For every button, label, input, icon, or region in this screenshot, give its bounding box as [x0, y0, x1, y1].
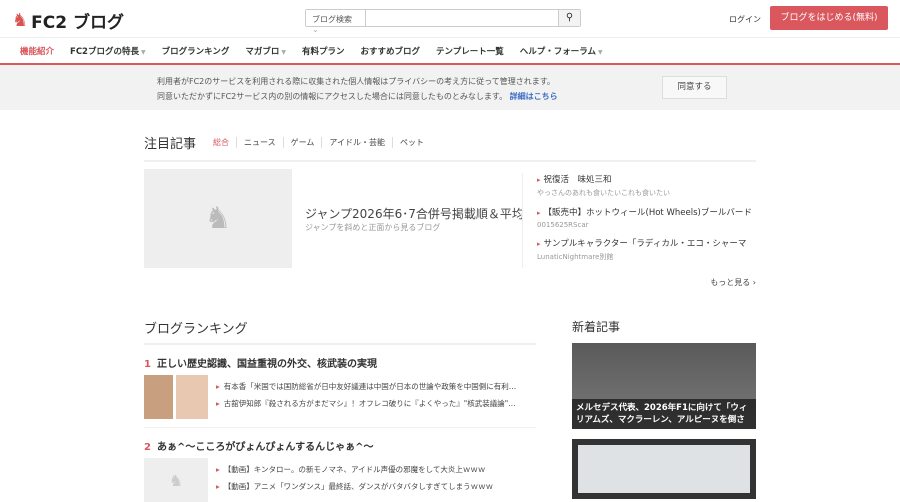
nav-label: FC2ブログの特長: [70, 46, 139, 57]
nav-item[interactable]: 有料プラン: [302, 45, 345, 57]
chevron-down-icon: ⌄: [312, 25, 319, 34]
details-link[interactable]: 詳細はこちら: [510, 92, 558, 101]
new-articles-section: 新着記事 メルセデス代表、2026年F1に向けて「ウィリアムズ、マクラーレン、ア…: [572, 318, 756, 499]
ranking-body: 有本香「米国では国防総省が日中友好議連は中国が日本の世論や政策を中国側に有利… 古…: [144, 375, 536, 419]
nav-item[interactable]: ヘルプ・フォーラム ▼: [520, 45, 603, 57]
ranking-links: 有本香「米国では国防総省が日中友好議連は中国が日本の世論や政策を中国側に有利… 古…: [208, 375, 536, 419]
ranking-body: ♞【動画】キンタロー。の新モノマネ、アイドル声優の邪魔をして大炎上ｗｗｗ【動画】…: [144, 458, 536, 502]
item-blog: やっさんのあれも食いたいこれも食いたい: [537, 189, 670, 197]
nav-item[interactable]: おすすめブログ: [361, 45, 421, 57]
nav-label: ヘルプ・フォーラム: [519, 46, 597, 57]
article-caption: メルセデス代表、2026年F1に向けて「ウィリアムズ、マクラーレン、アルピーヌを…: [572, 399, 756, 429]
search-type-label: ブログ検索: [312, 15, 352, 24]
tab[interactable]: 総合: [213, 137, 236, 148]
nav-label: テンプレート一覧: [436, 46, 504, 57]
item-blog: LunaticNightmare別館: [537, 253, 614, 261]
ranking-item: 2 あぁ^〜こころがぴょんぴょんするんじゃぁ^〜 ♞ 【動画】キンタロー。の新モノマネ…: [144, 438, 536, 502]
list-item[interactable]: 【販売中】ホットウィール(Hot Wheels)ブールバード 0015625RSc…: [537, 206, 756, 229]
search-type-select[interactable]: ブログ検索 ⌄: [306, 10, 366, 34]
rank-number: 2: [144, 442, 151, 453]
ranking-section: ブログランキング 1 正しい歴史認識、国益重視の外交、核武装の実現有本香「米国では…: [144, 318, 536, 502]
article-card[interactable]: メルセデス代表、2026年F1に向けて「ウィリアムズ、マクラーレン、アルピーヌを…: [572, 343, 756, 429]
ranking-blog-name: あぁ^〜こころがぴょんぴょんするんじゃぁ^〜: [156, 442, 374, 453]
list-item[interactable]: サンプルキャラクター「ラディカル・エコ・シャーマ LunaticNightmare…: [537, 237, 756, 262]
ranking-links: 【動画】キンタロー。の新モノマネ、アイドル声優の邪魔をして大炎上ｗｗｗ 【動画】ア…: [208, 458, 536, 502]
rank-number: 1: [144, 359, 151, 370]
nav-item[interactable]: テンプレート一覧: [436, 45, 504, 57]
notice-line2-text: 同意いただかずにFC2サービス内の別の情報にアクセスした場合には同意したものとみ…: [157, 92, 508, 101]
logo-text: FC2 ブログ: [31, 13, 124, 33]
ranking-title[interactable]: 2 あぁ^〜こころがぴょんぴょんするんじゃぁ^〜: [144, 438, 536, 453]
item-title: 【販売中】ホットウィール(Hot Wheels)ブールバード: [537, 206, 756, 218]
privacy-notice: 利用者がFC2のサービスを利用される際に収集された個人情報はプライバシーの考え方…: [0, 65, 900, 110]
search-icon: ⚲: [565, 12, 574, 23]
unicorn-icon: ♞: [168, 470, 184, 490]
divider: [144, 160, 756, 162]
more-link[interactable]: もっと見る ›: [710, 277, 756, 288]
tab[interactable]: ニュース: [236, 137, 283, 148]
nav-label: 有料プラン: [302, 46, 345, 57]
nav-label: マガブロ: [245, 46, 280, 57]
login-link[interactable]: ログイン: [729, 14, 761, 25]
search-input[interactable]: [366, 10, 558, 26]
ranking-thumbnail[interactable]: ♞: [144, 458, 208, 502]
item-title: サンプルキャラクター「ラディカル・エコ・シャーマ: [537, 237, 756, 249]
agree-button[interactable]: 同意する: [662, 76, 727, 99]
featured-section: 注目記事 総合 ニュース ゲーム アイドル・芸能 ペット ♞ ジャンプ2026年6･7合…: [144, 133, 756, 287]
nav-label: おすすめブログ: [360, 46, 421, 57]
unicorn-icon: ♞: [12, 10, 29, 31]
main-nav: 機能紹介 FC2ブログの特長 ▼ ブログランキング マガブロ ▼ 有料プラン おすすめブログテ…: [0, 37, 900, 65]
notice-line2: 同意いただかずにFC2サービス内の別の情報にアクセスした場合には同意したものとみ…: [157, 91, 558, 102]
nav-item[interactable]: ブログランキング: [162, 45, 230, 57]
featured-title[interactable]: ジャンプ2026年6･7合併号掲載順＆平均: [305, 205, 524, 222]
section-title: 新着記事: [572, 320, 621, 334]
item-blog: 0015625RScar: [537, 221, 589, 229]
article-link[interactable]: 有本香「米国では国防総省が日中友好議連は中国が日本の世論や政策を中国側に有利…: [216, 381, 536, 392]
list-item[interactable]: 祝復活 味処三和やっさんのあれも食いたいこれも食いたい: [537, 173, 756, 198]
divider: [144, 427, 536, 428]
fc2-logo[interactable]: ♞ FC2 ブログ: [12, 8, 124, 33]
article-card[interactable]: [572, 439, 756, 499]
nav-item[interactable]: 機能紹介: [20, 45, 54, 57]
chevron-down-icon: ▼: [598, 48, 603, 56]
ranking-blog-name: 正しい歴史認識、国益重視の外交、核武装の実現: [156, 359, 377, 370]
nav-item[interactable]: マガブロ ▼: [245, 45, 286, 57]
start-blog-button[interactable]: ブログをはじめる(無料): [770, 6, 888, 30]
ranking-title[interactable]: 1 正しい歴史認識、国益重視の外交、核武装の実現: [144, 355, 536, 370]
unicorn-icon: ♞: [204, 201, 232, 236]
article-link[interactable]: 【動画】アニメ「ワンダンス」最終話、ダンスがバタバタしすぎてしまうｗｗｗ: [216, 481, 536, 492]
article-link[interactable]: 【動画】キンタロー。の新モノマネ、アイドル声優の邪魔をして大炎上ｗｗｗ: [216, 464, 536, 475]
chevron-down-icon: ▼: [140, 48, 146, 56]
nav-label: ブログランキング: [161, 46, 230, 57]
featured-blog[interactable]: ジャンプを斜めと正面から見るブログ: [305, 222, 440, 233]
item-title: 祝復活 味処三和: [537, 173, 756, 185]
tab[interactable]: ペット: [391, 137, 431, 148]
ranking-item: 1 正しい歴史認識、国益重視の外交、核武装の実現有本香「米国では国防総省が日中友好…: [144, 355, 536, 428]
article-link[interactable]: 古舘伊知郎『殺される方がまだマシ』！オフレコ破りに『よくやった』"核武装議論"…: [216, 398, 536, 409]
section-title: ブログランキング: [144, 322, 248, 337]
featured-tabs: 総合 ニュース ゲーム アイドル・芸能 ペット: [213, 137, 431, 148]
header: ♞ FC2 ブログ ブログ検索 ⌄ ⚲ ログイン ブログをはじめる(無料): [0, 0, 900, 37]
divider: [144, 343, 536, 345]
notice-line1: 利用者がFC2のサービスを利用される際に収集された個人情報はプライバシーの考え方…: [157, 77, 555, 86]
chevron-down-icon: ▼: [281, 48, 286, 56]
nav-item[interactable]: FC2ブログの特長 ▼: [70, 45, 146, 57]
search-bar: ブログ検索 ⌄ ⚲: [305, 9, 581, 34]
featured-thumbnail[interactable]: ♞: [144, 169, 292, 268]
featured-side-list: 祝復活 味処三和やっさんのあれも食いたいこれも食いたい【販売中】ホットウィール(…: [522, 173, 756, 268]
tab[interactable]: ゲーム: [282, 137, 322, 148]
tab[interactable]: アイドル・芸能: [321, 137, 392, 148]
nav-label: 機能紹介: [20, 46, 55, 57]
search-button[interactable]: ⚲: [558, 10, 580, 26]
ranking-thumbnail[interactable]: [144, 375, 208, 419]
